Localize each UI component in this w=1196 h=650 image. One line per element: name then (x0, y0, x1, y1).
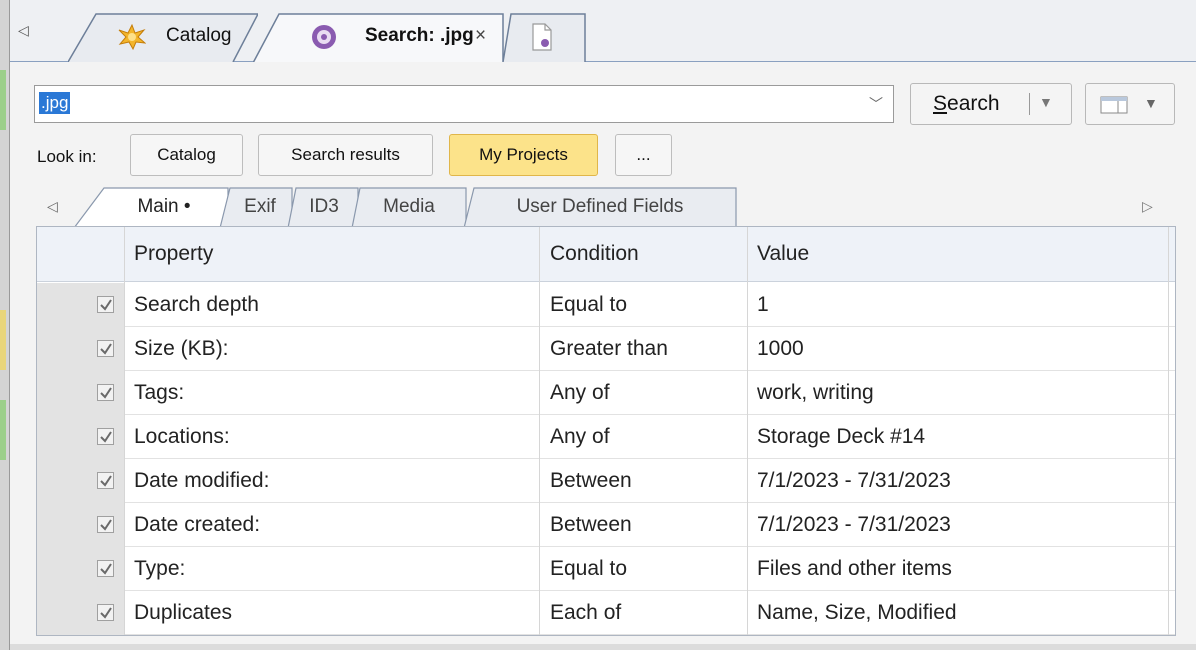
row-checkbox[interactable] (97, 296, 114, 313)
cell-property: Tags: (134, 381, 185, 404)
cell-condition[interactable]: Each of (550, 601, 621, 625)
search-query-text: .jpg (39, 92, 71, 114)
grid-line (539, 227, 540, 635)
cell-condition[interactable]: Between (550, 513, 632, 537)
chevron-down-icon[interactable]: ﹀ (869, 94, 883, 114)
table-row[interactable]: Type: Equal to Files and other items (37, 547, 1175, 591)
tab-search-label: Search: .jpg (365, 25, 474, 46)
row-checkbox[interactable] (97, 604, 114, 621)
tab-main[interactable]: Main • (94, 186, 234, 228)
table-row[interactable]: Search depth Equal to 1 (37, 283, 1175, 327)
cell-condition[interactable]: Any of (550, 381, 610, 405)
criteria-scroll-right-icon[interactable]: ▷ (1142, 198, 1153, 215)
table-row[interactable]: Tags: Any of work, writing (37, 371, 1175, 415)
look-in-catalog-button[interactable]: Catalog (130, 134, 243, 176)
search-orb-icon (311, 24, 337, 56)
tab-catalog-label: Catalog (166, 25, 232, 46)
cell-value[interactable]: 1000 (757, 337, 804, 361)
tab-outline (503, 13, 586, 62)
close-icon[interactable]: × (475, 25, 486, 47)
row-checkbox[interactable] (97, 516, 114, 533)
table-row[interactable]: Duplicates Each of Name, Size, Modified (37, 591, 1175, 635)
table-row[interactable]: Date created: Between 7/1/2023 - 7/31/20… (37, 503, 1175, 547)
cell-condition[interactable]: Equal to (550, 293, 627, 317)
cell-property: Search depth (134, 293, 259, 316)
cell-value[interactable]: Files and other items (757, 557, 952, 581)
cell-value[interactable]: 1 (757, 293, 769, 317)
table-row[interactable]: Locations: Any of Storage Deck #14 (37, 415, 1175, 459)
look-in-search-results-button[interactable]: Search results (258, 134, 433, 176)
dropdown-arrow-icon[interactable]: ▼ (1039, 94, 1053, 110)
view-options-button[interactable]: ▼ (1085, 83, 1175, 125)
cell-value[interactable]: 7/1/2023 - 7/31/2023 (757, 513, 951, 537)
tab-catalog[interactable]: Catalog (68, 12, 258, 62)
table-row[interactable]: Size (KB): Greater than 1000 (37, 327, 1175, 371)
cell-property: Date created: (134, 513, 261, 536)
catalog-burst-icon (118, 23, 147, 56)
grid-line (124, 227, 125, 635)
cell-property: Locations: (134, 425, 230, 448)
criteria-tabs: Main • Exif ID3 Media User Defined Field… (60, 186, 860, 228)
row-checkbox[interactable] (97, 384, 114, 401)
dropdown-arrow-icon[interactable]: ▼ (1144, 95, 1158, 111)
edge-marker (0, 310, 6, 370)
column-header-condition[interactable]: Condition (550, 242, 639, 266)
cell-condition[interactable]: Equal to (550, 557, 627, 581)
table-row[interactable]: Date modified: Between 7/1/2023 - 7/31/2… (37, 459, 1175, 503)
window-bottom-edge (10, 644, 1196, 650)
cell-property: Duplicates (134, 601, 233, 624)
edge-marker (0, 400, 6, 460)
cell-property: Date modified: (134, 469, 270, 492)
grid-line (747, 227, 748, 635)
row-checkbox[interactable] (97, 340, 114, 357)
search-button[interactable]: Search ▼ (910, 83, 1072, 125)
column-header-value[interactable]: Value (757, 242, 809, 266)
cell-value[interactable]: work, writing (757, 381, 874, 405)
look-in-label: Look in: (37, 147, 97, 166)
window-left-edge (0, 0, 10, 650)
tab-scroll-left-icon[interactable]: ◁ (18, 22, 29, 39)
new-document-icon (531, 23, 553, 57)
look-in-more-button[interactable]: ... (615, 134, 672, 176)
cell-condition[interactable]: Between (550, 469, 632, 493)
tab-media[interactable]: Media (348, 186, 470, 228)
cell-condition[interactable]: Any of (550, 425, 610, 449)
grid-header: Property Condition Value (37, 227, 1175, 282)
look-in-my-projects-button[interactable]: My Projects (449, 134, 598, 176)
edge-marker (0, 70, 6, 130)
criteria-grid: Property Condition Value Search depth Eq… (36, 226, 1176, 636)
cell-property: Type: (134, 557, 186, 580)
button-separator (1029, 93, 1030, 115)
grid-line (1168, 227, 1169, 635)
row-checkbox[interactable] (97, 472, 114, 489)
tab-user-defined-fields[interactable]: User Defined Fields (460, 186, 740, 228)
search-input[interactable]: .jpg ﹀ (34, 85, 894, 123)
search-button-label: Search (933, 92, 1000, 115)
criteria-scroll-left-icon[interactable]: ◁ (47, 198, 58, 215)
layout-icon (1100, 96, 1128, 120)
cell-condition[interactable]: Greater than (550, 337, 668, 361)
document-tabs: Catalog Search: .jpg × (48, 12, 1196, 63)
tab-new[interactable] (503, 12, 643, 62)
row-checkbox[interactable] (97, 428, 114, 445)
cell-value[interactable]: Storage Deck #14 (757, 425, 925, 449)
column-header-property[interactable]: Property (134, 242, 213, 266)
row-checkbox[interactable] (97, 560, 114, 577)
cell-value[interactable]: Name, Size, Modified (757, 601, 957, 625)
cell-property: Size (KB): (134, 337, 229, 360)
cell-value[interactable]: 7/1/2023 - 7/31/2023 (757, 469, 951, 493)
